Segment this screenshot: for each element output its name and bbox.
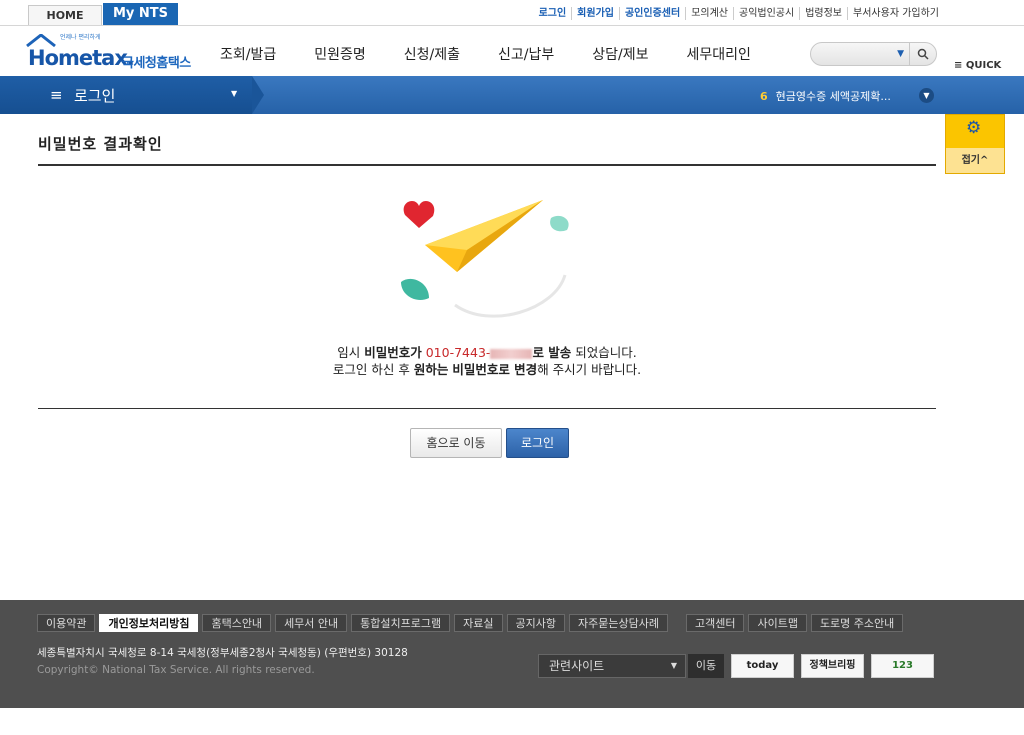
notice-ticker[interactable]: 6 현금영수증 세액공제확... [760, 88, 891, 104]
today-banner[interactable]: today [731, 654, 794, 678]
search-input[interactable]: ▼ [810, 42, 910, 66]
title-divider [38, 164, 936, 166]
footer-copyright: Copyright© National Tax Service. All rig… [37, 664, 315, 676]
ticker-expand-button[interactable]: ▼ [919, 88, 934, 103]
dropdown-arrow-icon: ▼ [670, 661, 677, 670]
message-line-1: 임시 비밀번호가 010-7443- 로 발송 되었습니다. [0, 344, 974, 361]
site-header: 언제나 편리하게 Hometax. 국세청홈택스 조회/발급 민원증명 신청/제… [0, 26, 1024, 76]
chevron-down-icon: ▼ [923, 91, 930, 100]
ticker-text: 현금영수증 세액공제확... [775, 90, 891, 103]
gear-icon[interactable]: ⚙ [966, 118, 981, 138]
my-nts-tab[interactable]: My NTS [103, 3, 178, 25]
msg1-post: 되었습니다. [575, 345, 637, 360]
msg2-pre: 로그인 하신 후 [332, 362, 410, 377]
policy-briefing-banner[interactable]: 정책브리핑 [801, 654, 864, 678]
quick-label: QUICK [965, 60, 1002, 71]
gnb-item-consult[interactable]: 상담/제보 [592, 44, 648, 64]
utility-link[interactable]: 법령정보 [799, 7, 847, 20]
banner-policy-text: 정책브리핑 [809, 660, 856, 671]
related-sites-select[interactable]: 관련사이트 ▼ [538, 654, 686, 678]
caret-down-icon: ▼ [231, 89, 238, 98]
related-sites-label: 관련사이트 [549, 659, 605, 673]
fold-button[interactable]: 접기^ [946, 148, 1004, 173]
utility-link[interactable]: 공인인증센터 [618, 7, 685, 20]
quick-menu-button[interactable]: ≡ QUICK [954, 60, 1001, 71]
msg1-pre: 임시 [337, 345, 361, 360]
gov-call-banner[interactable]: 123 [871, 654, 934, 678]
msg2-post: 해 주시기 바랍니다. [537, 362, 642, 377]
banner-today-text: today [746, 660, 779, 671]
message-line-2: 로그인 하신 후 원하는 비밀번호로 변경해 주시기 바랍니다. [0, 361, 974, 378]
gnb-item-application[interactable]: 신청/제출 [404, 44, 460, 64]
utility-link[interactable]: 부서사용자 가입하기 [847, 7, 944, 20]
page-title: 비밀번호 결과확인 [38, 135, 163, 153]
login-button[interactable]: 로그인 [506, 428, 569, 458]
logo-text-en: Hometax. [28, 46, 135, 70]
logo-text-ko: 국세청홈택스 [122, 56, 191, 71]
ticker-number: 6 [760, 90, 768, 103]
utility-link[interactable]: 공익법인공시 [733, 7, 799, 20]
footer-links: 이용약관 개인정보처리방침 홈택스안내 세무서 안내 통합설치프로그램 자료실 공지사항 자주… [37, 614, 907, 632]
gnb-item-inquiry[interactable]: 조회/발급 [220, 44, 276, 64]
global-nav: 조회/발급 민원증명 신청/제출 신고/납부 상담/제보 세무대리인 [220, 44, 789, 64]
search-button[interactable] [909, 42, 937, 66]
go-home-button[interactable]: 홈으로 이동 [410, 428, 502, 458]
go-button[interactable]: 이동 [688, 654, 724, 678]
footer-link[interactable]: 통합설치프로그램 [351, 614, 451, 632]
msg2-bold2: 비밀번호로 변경 [452, 362, 538, 377]
quick-panel: ⚙ 접기^ [945, 114, 1005, 174]
masked-phone-number: 010-7443- [425, 345, 491, 360]
msg1-bold2: 로 발송 [532, 345, 572, 360]
site-footer: 이용약관 개인정보처리방침 홈택스안내 세무서 안내 통합설치프로그램 자료실 공지사항 자주… [0, 600, 1024, 708]
footer-link[interactable]: 자주묻는상담사례 [569, 614, 668, 632]
utility-links: 로그인 회원가입 공인인증센터 모의계산 공익법인공시 법령정보 부서사용자 가입하기 [534, 7, 944, 20]
footer-link[interactable]: 도로명 주소안내 [810, 614, 904, 632]
logo-tagline: 언제나 편리하게 [60, 34, 101, 41]
result-message: 임시 비밀번호가 010-7443- 로 발송 되었습니다. 로그인 하신 후 원… [0, 344, 974, 378]
current-menu-label: 로그인 [74, 87, 116, 105]
dropdown-arrow-icon: ▼ [897, 49, 904, 59]
gnb-item-report[interactable]: 신고/납부 [498, 44, 554, 64]
utility-link[interactable]: 회원가입 [571, 7, 619, 20]
utility-link[interactable]: 모의계산 [685, 7, 733, 20]
footer-link[interactable]: 개인정보처리방침 [99, 614, 199, 632]
current-menu-selector[interactable]: ≡ 로그인 ▼ [0, 76, 264, 114]
footer-link[interactable]: 세무서 안내 [275, 614, 348, 632]
footer-link[interactable]: 사이트맵 [748, 614, 807, 632]
gnb-item-certificate[interactable]: 민원증명 [314, 44, 366, 64]
footer-link[interactable]: 공지사항 [506, 614, 565, 632]
footer-link[interactable]: 홈택스안내 [202, 614, 272, 632]
top-utility-bar: HOME My NTS 로그인 회원가입 공인인증센터 모의계산 공익법인공시 법령정보 부… [0, 0, 1024, 26]
paper-plane-illustration [401, 200, 569, 318]
footer-link[interactable]: 자료실 [454, 614, 503, 632]
fold-label: 접기 [961, 155, 980, 166]
search-icon [917, 48, 929, 60]
footer-address: 세종특별자치시 국세청로 8-14 국세청(정부세종2청사 국세청동) (우편번… [37, 647, 408, 659]
banner-123-text: 123 [892, 660, 913, 671]
footer-link[interactable]: 고객센터 [685, 614, 745, 632]
masked-digits [490, 348, 533, 359]
msg2-bold1: 원하는 [413, 362, 449, 377]
footer-link[interactable]: 이용약관 [37, 614, 96, 632]
content-divider [38, 408, 936, 409]
home-tab[interactable]: HOME [28, 5, 102, 25]
hamburger-icon: ≡ [50, 86, 63, 104]
gnb-item-agent[interactable]: 세무대리인 [687, 44, 751, 64]
utility-link[interactable]: 로그인 [534, 7, 572, 20]
hometax-logo[interactable]: 언제나 편리하게 Hometax. 국세청홈택스 [26, 32, 201, 72]
location-bar: ≡ 로그인 ▼ 6 현금영수증 세액공제확... ▼ [0, 76, 1024, 114]
menu-icon: ≡ [954, 60, 963, 71]
msg1-bold1: 비밀번호가 [364, 345, 422, 360]
